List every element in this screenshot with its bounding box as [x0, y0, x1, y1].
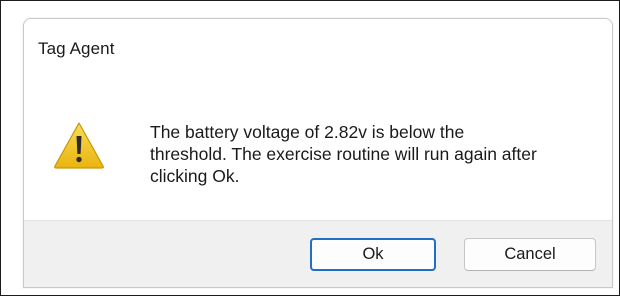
cancel-button[interactable]: Cancel	[464, 238, 596, 271]
dialog-content: The battery voltage of 2.82v is below th…	[24, 77, 612, 220]
ok-button[interactable]: Ok	[310, 238, 436, 271]
message-dialog: Tag Agent The battery voltage of 2.82v i…	[23, 18, 613, 288]
warning-icon	[53, 121, 105, 169]
screenshot-frame: Tag Agent The battery voltage of 2.82v i…	[0, 0, 620, 296]
message-line: threshold. The exercise routine will run…	[150, 144, 537, 164]
message-line: The battery voltage of 2.82v is below th…	[150, 122, 465, 142]
button-bar: Ok Cancel	[24, 220, 612, 287]
dialog-title: Tag Agent	[38, 39, 115, 58]
message-line: clicking Ok.	[150, 166, 240, 186]
title-bar[interactable]: Tag Agent	[24, 19, 612, 77]
dialog-message: The battery voltage of 2.82v is below th…	[150, 121, 600, 187]
